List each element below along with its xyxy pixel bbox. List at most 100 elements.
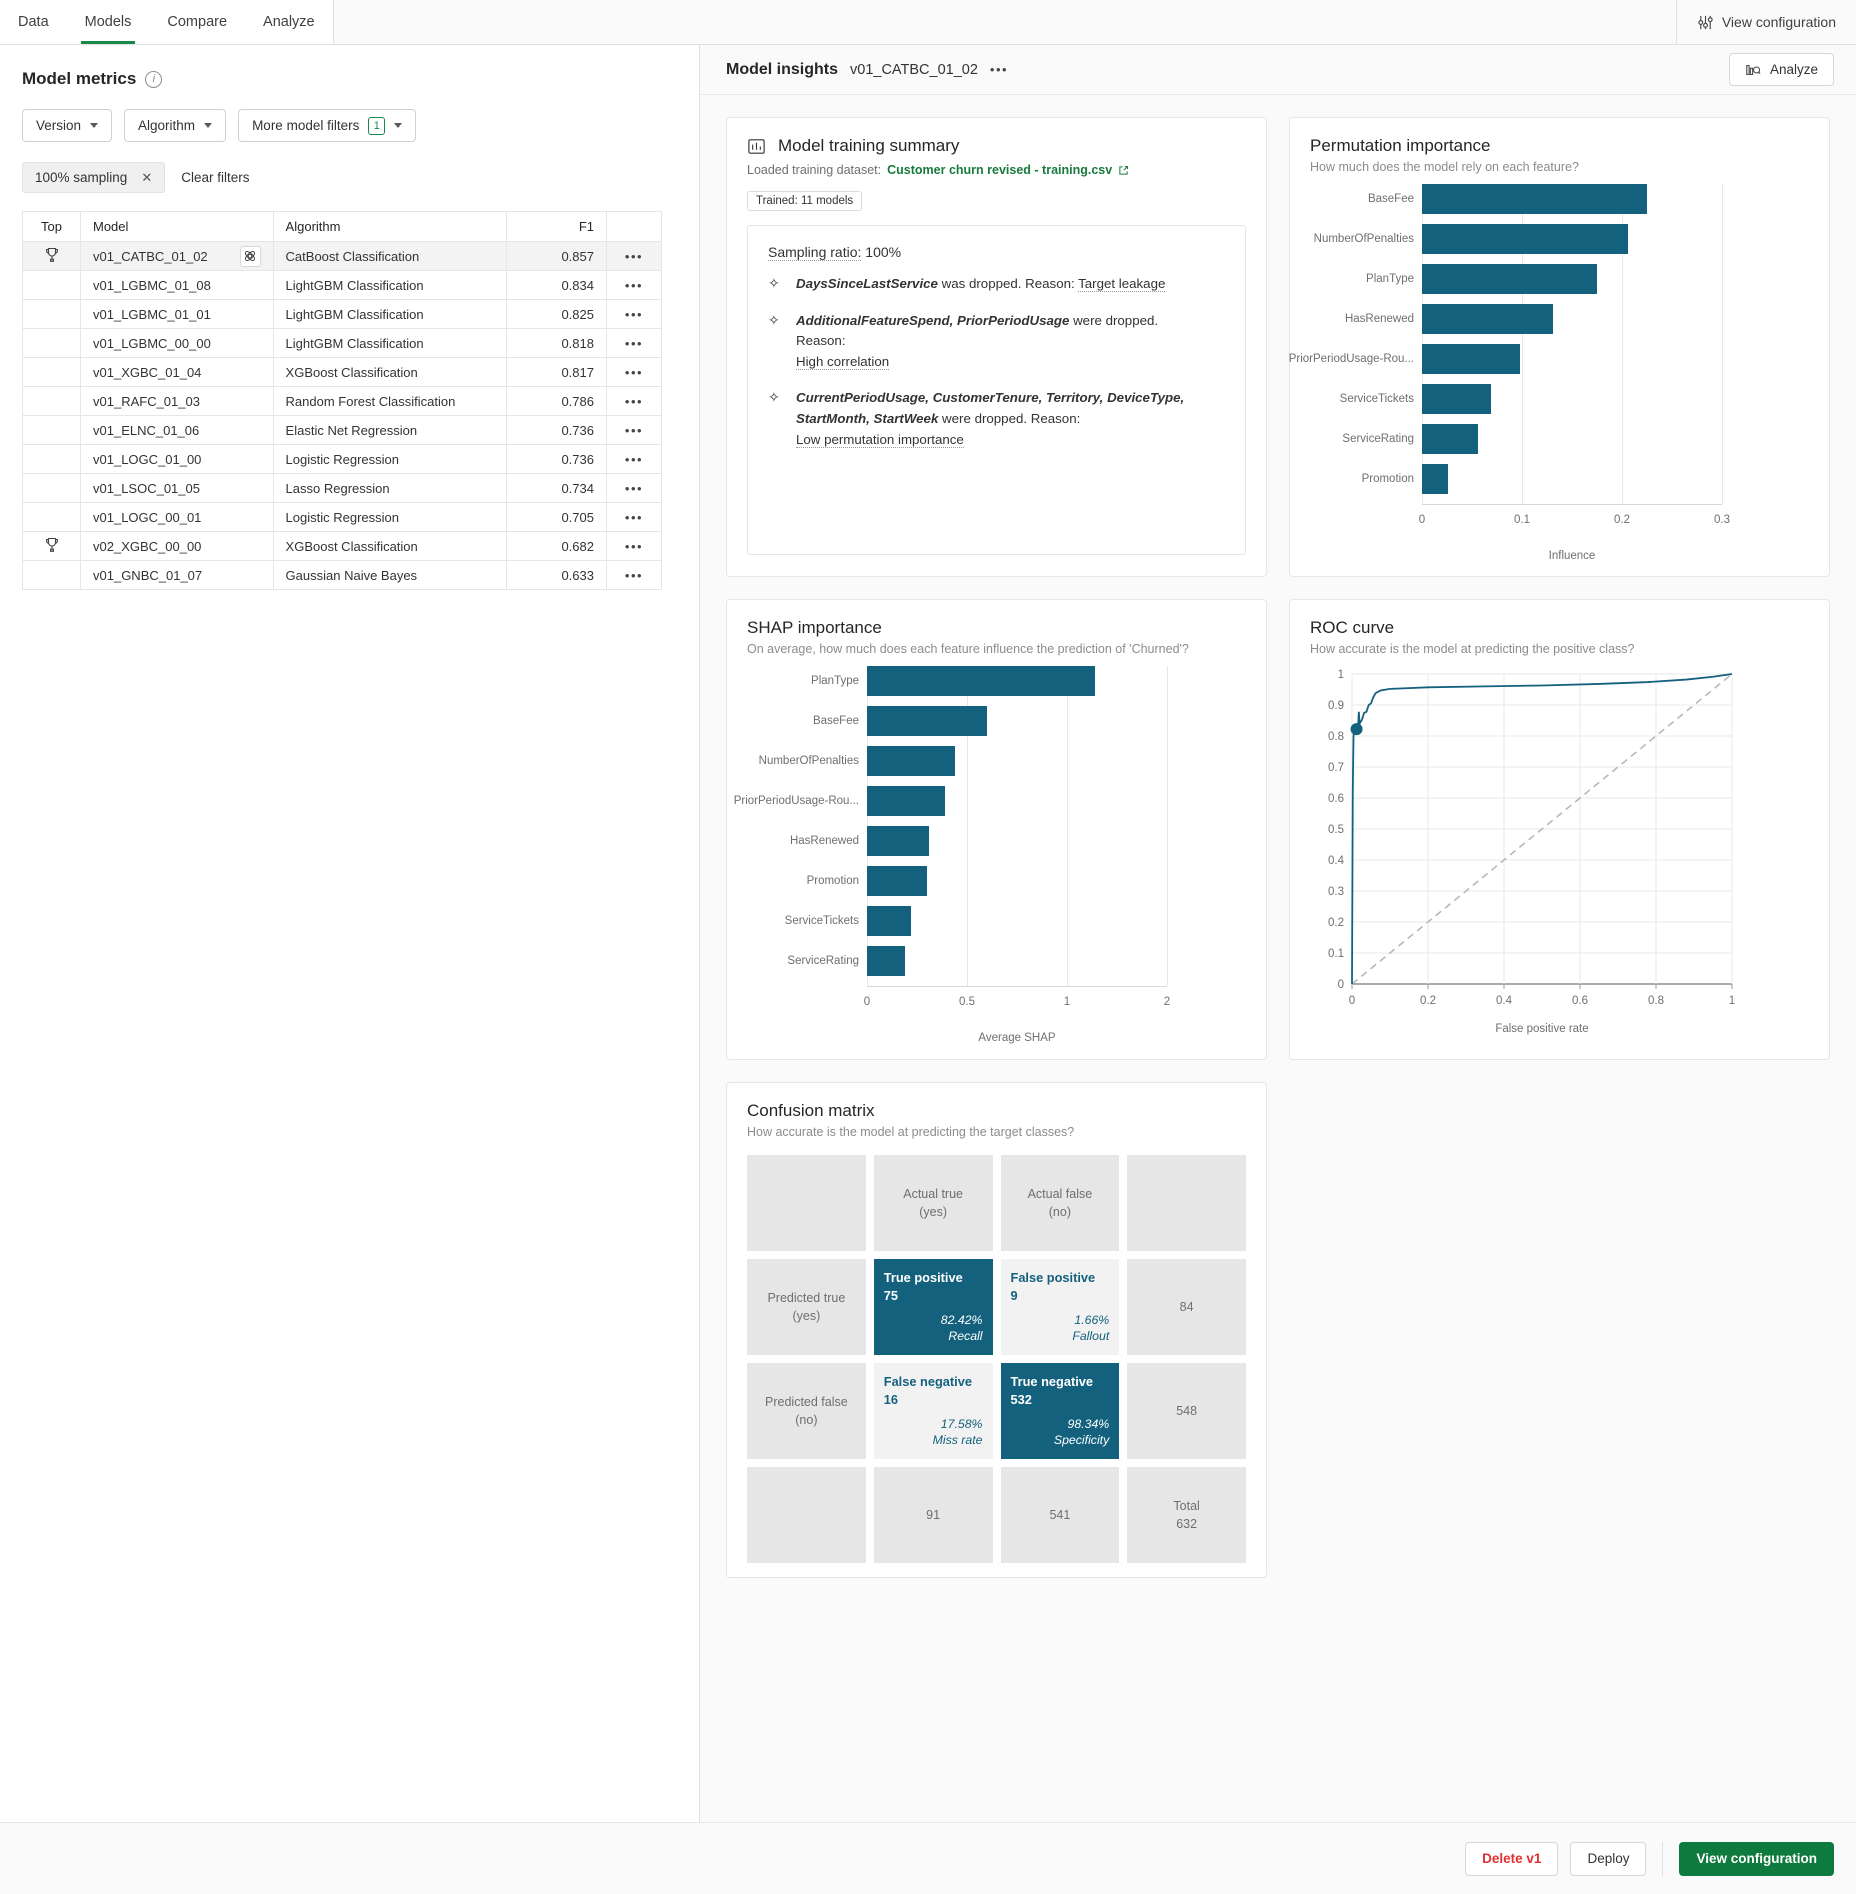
bar[interactable] xyxy=(867,706,987,736)
row-algorithm-cell: Random Forest Classification xyxy=(272,386,508,416)
external-link-icon[interactable] xyxy=(1118,165,1129,176)
footer-divider xyxy=(1662,1841,1664,1876)
row-model-cell[interactable]: v01_XGBC_01_04 xyxy=(80,357,274,387)
row-model-cell[interactable]: v01_CATBC_01_02 xyxy=(80,241,274,271)
row-model-cell[interactable]: v01_GNBC_01_07 xyxy=(80,560,274,590)
active-model-icon[interactable] xyxy=(239,245,261,267)
row-overflow-menu-icon[interactable]: ••• xyxy=(625,278,643,293)
clear-filters-button[interactable]: Clear filters xyxy=(181,170,249,185)
bar[interactable] xyxy=(1422,224,1628,254)
table-row[interactable]: v01_LOGC_00_01 Logistic Regression 0.705 ••… xyxy=(22,502,662,532)
bar[interactable] xyxy=(867,866,927,896)
row-model-cell[interactable]: v01_LGBMC_01_01 xyxy=(80,299,274,329)
table-row[interactable]: v01_ELNC_01_06 Elastic Net Regression 0.73… xyxy=(22,415,662,445)
bar[interactable] xyxy=(867,826,929,856)
bar[interactable] xyxy=(1422,424,1478,454)
row-overflow-menu-icon[interactable]: ••• xyxy=(625,394,643,409)
row-top-cell xyxy=(22,386,81,416)
cm-cell-false-negative: False negative 16 17.58% Miss rate xyxy=(873,1363,993,1459)
row-actions-cell[interactable]: ••• xyxy=(606,560,662,590)
table-row[interactable]: v01_LOGC_01_00 Logistic Regression 0.736 ••… xyxy=(22,444,662,474)
table-row[interactable]: v01_CATBC_01_02 CatBoost Classification 0.… xyxy=(22,241,662,271)
bar[interactable] xyxy=(1422,384,1491,414)
row-actions-cell[interactable]: ••• xyxy=(606,415,662,445)
deploy-button[interactable]: Deploy xyxy=(1570,1841,1647,1876)
view-configuration-top-button[interactable]: View configuration xyxy=(1676,0,1856,44)
bar[interactable] xyxy=(1422,344,1520,374)
row-actions-cell[interactable]: ••• xyxy=(606,502,662,532)
row-actions-cell[interactable]: ••• xyxy=(606,444,662,474)
row-overflow-menu-icon[interactable]: ••• xyxy=(625,423,643,438)
bar[interactable] xyxy=(1422,464,1448,494)
tab-data[interactable]: Data xyxy=(0,0,67,44)
tab-models[interactable]: Models xyxy=(67,0,150,44)
info-icon[interactable]: i xyxy=(145,70,163,88)
confusion-matrix-subtitle: How accurate is the model at predicting … xyxy=(747,1125,1075,1139)
drop-note-reason[interactable]: Low permutation importance xyxy=(796,431,964,448)
row-overflow-menu-icon[interactable]: ••• xyxy=(625,481,643,496)
row-model-cell[interactable]: v01_LSOC_01_05 xyxy=(80,473,274,503)
table-row[interactable]: v01_RAFC_01_03 Random Forest Classificati… xyxy=(22,386,662,416)
row-overflow-menu-icon[interactable]: ••• xyxy=(625,568,643,583)
bar[interactable] xyxy=(867,746,955,776)
drop-note-reason[interactable]: Target leakage xyxy=(1078,276,1166,292)
bar[interactable] xyxy=(1422,184,1647,214)
row-overflow-menu-icon[interactable]: ••• xyxy=(625,336,643,351)
row-model-cell[interactable]: v02_XGBC_00_00 xyxy=(80,531,274,561)
delete-version-button[interactable]: Delete v1 xyxy=(1465,1841,1559,1876)
table-row[interactable]: v01_LGBMC_01_08 LightGBM Classification 0.… xyxy=(22,270,662,300)
row-actions-cell[interactable]: ••• xyxy=(606,357,662,387)
bar[interactable] xyxy=(867,786,945,816)
table-row[interactable]: v01_LSOC_01_05 Lasso Regression 0.734 ••• xyxy=(22,473,662,503)
column-header-algorithm[interactable]: Algorithm xyxy=(272,211,508,242)
row-actions-cell[interactable]: ••• xyxy=(606,299,662,329)
row-top-cell xyxy=(22,270,81,300)
row-actions-cell[interactable]: ••• xyxy=(606,328,662,358)
row-model-cell[interactable]: v01_LOGC_00_01 xyxy=(80,502,274,532)
column-header-model[interactable]: Model xyxy=(80,211,274,242)
row-overflow-menu-icon[interactable]: ••• xyxy=(625,249,643,264)
row-model-cell[interactable]: v01_LGBMC_01_08 xyxy=(80,270,274,300)
row-actions-cell[interactable]: ••• xyxy=(606,241,662,271)
row-f1-cell: 0.734 xyxy=(506,473,607,503)
table-row[interactable]: v01_LGBMC_00_00 LightGBM Classification 0.… xyxy=(22,328,662,358)
row-actions-cell[interactable]: ••• xyxy=(606,473,662,503)
analyze-button[interactable]: Analyze xyxy=(1728,53,1834,86)
view-configuration-button[interactable]: View configuration xyxy=(1679,1841,1834,1876)
table-row[interactable]: v01_LGBMC_01_01 LightGBM Classification 0.… xyxy=(22,299,662,329)
table-row[interactable]: v02_XGBC_00_00 XGBoost Classification 0.68… xyxy=(22,531,662,561)
active-filter-chip-sampling[interactable]: 100% sampling ✕ xyxy=(22,162,166,193)
row-model-cell[interactable]: v01_LGBMC_00_00 xyxy=(80,328,274,358)
row-overflow-menu-icon[interactable]: ••• xyxy=(625,452,643,467)
axis-tick-label: HasRenewed xyxy=(789,835,859,847)
row-model-cell[interactable]: v01_RAFC_01_03 xyxy=(80,386,274,416)
insights-overflow-menu-icon[interactable]: ••• xyxy=(990,62,1008,77)
table-row[interactable]: v01_GNBC_01_07 Gaussian Naive Bayes 0.633 •… xyxy=(22,560,662,590)
tab-analyze[interactable]: Analyze xyxy=(245,0,333,44)
row-model-cell[interactable]: v01_ELNC_01_06 xyxy=(80,415,274,445)
bar[interactable] xyxy=(1422,304,1553,334)
version-filter-button[interactable]: Version xyxy=(22,109,113,142)
bar[interactable] xyxy=(867,906,911,936)
tab-compare[interactable]: Compare xyxy=(149,0,245,44)
bar[interactable] xyxy=(867,946,905,976)
column-header-f1[interactable]: F1 xyxy=(506,211,607,242)
close-icon[interactable]: ✕ xyxy=(141,170,152,186)
row-overflow-menu-icon[interactable]: ••• xyxy=(625,539,643,554)
more-model-filters-button[interactable]: More model filters 1 xyxy=(238,109,417,142)
drop-note-reason[interactable]: High correlation xyxy=(796,353,890,370)
row-overflow-menu-icon[interactable]: ••• xyxy=(625,365,643,380)
bar[interactable] xyxy=(1422,264,1597,294)
row-actions-cell[interactable]: ••• xyxy=(606,270,662,300)
column-header-top[interactable]: Top xyxy=(22,211,81,242)
row-actions-cell[interactable]: ••• xyxy=(606,386,662,416)
row-overflow-menu-icon[interactable]: ••• xyxy=(625,510,643,525)
sampling-ratio-label[interactable]: Sampling ratio: xyxy=(768,244,862,261)
dataset-link[interactable]: Customer churn revised - training.csv xyxy=(887,163,1112,177)
row-model-cell[interactable]: v01_LOGC_01_00 xyxy=(80,444,274,474)
algorithm-filter-button[interactable]: Algorithm xyxy=(124,109,227,142)
table-row[interactable]: v01_XGBC_01_04 XGBoost Classification 0.81… xyxy=(22,357,662,387)
row-actions-cell[interactable]: ••• xyxy=(606,531,662,561)
row-overflow-menu-icon[interactable]: ••• xyxy=(625,307,643,322)
bar[interactable] xyxy=(867,666,1095,696)
